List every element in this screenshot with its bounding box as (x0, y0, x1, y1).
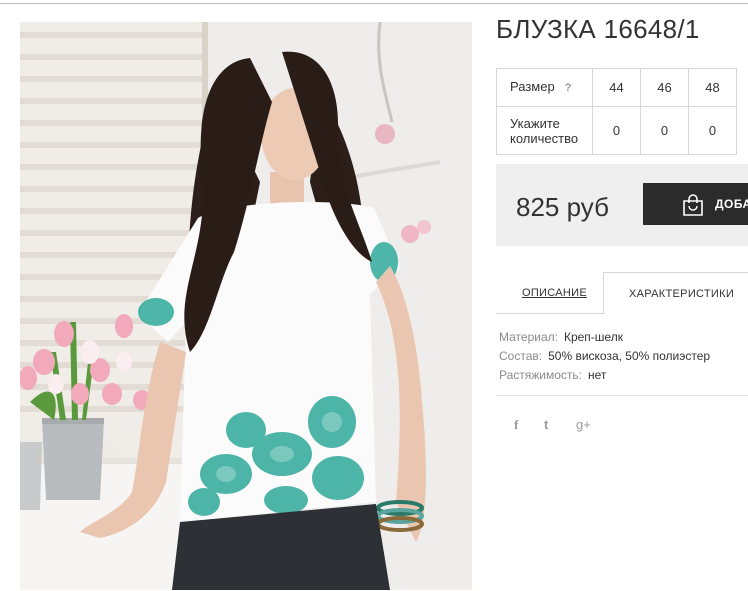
shopping-bag-icon (683, 194, 703, 216)
quantity-44-field[interactable]: 0 (592, 106, 641, 155)
size-label: Размер (510, 79, 555, 94)
google-plus-icon[interactable]: g+ (576, 417, 591, 432)
product-tabs: ОПИСАНИЕ ХАРАКТЕРИСТИКИ (496, 272, 748, 314)
size-44[interactable]: 44 (592, 68, 641, 107)
tab-characteristics-label: ХАРАКТЕРИСТИКИ (629, 288, 735, 300)
characteristic-key: Растяжимость: (499, 368, 583, 382)
section-divider (496, 395, 748, 396)
quantity-label: Укажите количество (496, 106, 593, 155)
characteristic-row: Материал: Креп-шелк (499, 328, 710, 347)
product-photo[interactable] (20, 22, 472, 590)
characteristic-key: Состав: (499, 349, 543, 363)
tab-description[interactable]: ОПИСАНИЕ (522, 287, 587, 299)
characteristics-list: Материал: Креп-шелк Состав: 50% вискоза, 5… (499, 328, 710, 385)
size-46[interactable]: 46 (640, 68, 689, 107)
characteristic-value: 50% вискоза, 50% полиэстер (548, 349, 711, 363)
price-box: 825 руб ДОБАВИТЬ В КОРЗИНУ (496, 164, 748, 246)
help-icon[interactable]: ? (565, 82, 572, 94)
quantity-46-field[interactable]: 0 (640, 106, 689, 155)
characteristic-row: Растяжимость: нет (499, 366, 710, 385)
size-48[interactable]: 48 (688, 68, 737, 107)
add-to-cart-label: ДОБАВИТЬ В КОРЗИНУ (715, 197, 748, 211)
add-to-cart-button[interactable]: ДОБАВИТЬ В КОРЗИНУ (643, 183, 748, 225)
twitter-icon[interactable]: t (544, 417, 548, 432)
price: 825 руб (516, 192, 609, 222)
facebook-icon[interactable]: f (514, 417, 518, 433)
size-label-cell: Размер? (496, 68, 593, 107)
product-title: БЛУЗКА 16648/1 (496, 14, 700, 44)
characteristic-value: нет (588, 368, 607, 382)
top-divider (0, 3, 748, 4)
characteristic-key: Материал: (499, 330, 558, 344)
size-quantity-table: Размер? 44 46 48 Укажите количество 0 0 … (496, 68, 737, 155)
characteristic-row: Состав: 50% вискоза, 50% полиэстер (499, 347, 710, 366)
tab-underline (496, 313, 604, 314)
tab-characteristics[interactable]: ХАРАКТЕРИСТИКИ (603, 272, 748, 313)
characteristic-value: Креп-шелк (563, 330, 623, 344)
quantity-48-field[interactable]: 0 (688, 106, 737, 155)
